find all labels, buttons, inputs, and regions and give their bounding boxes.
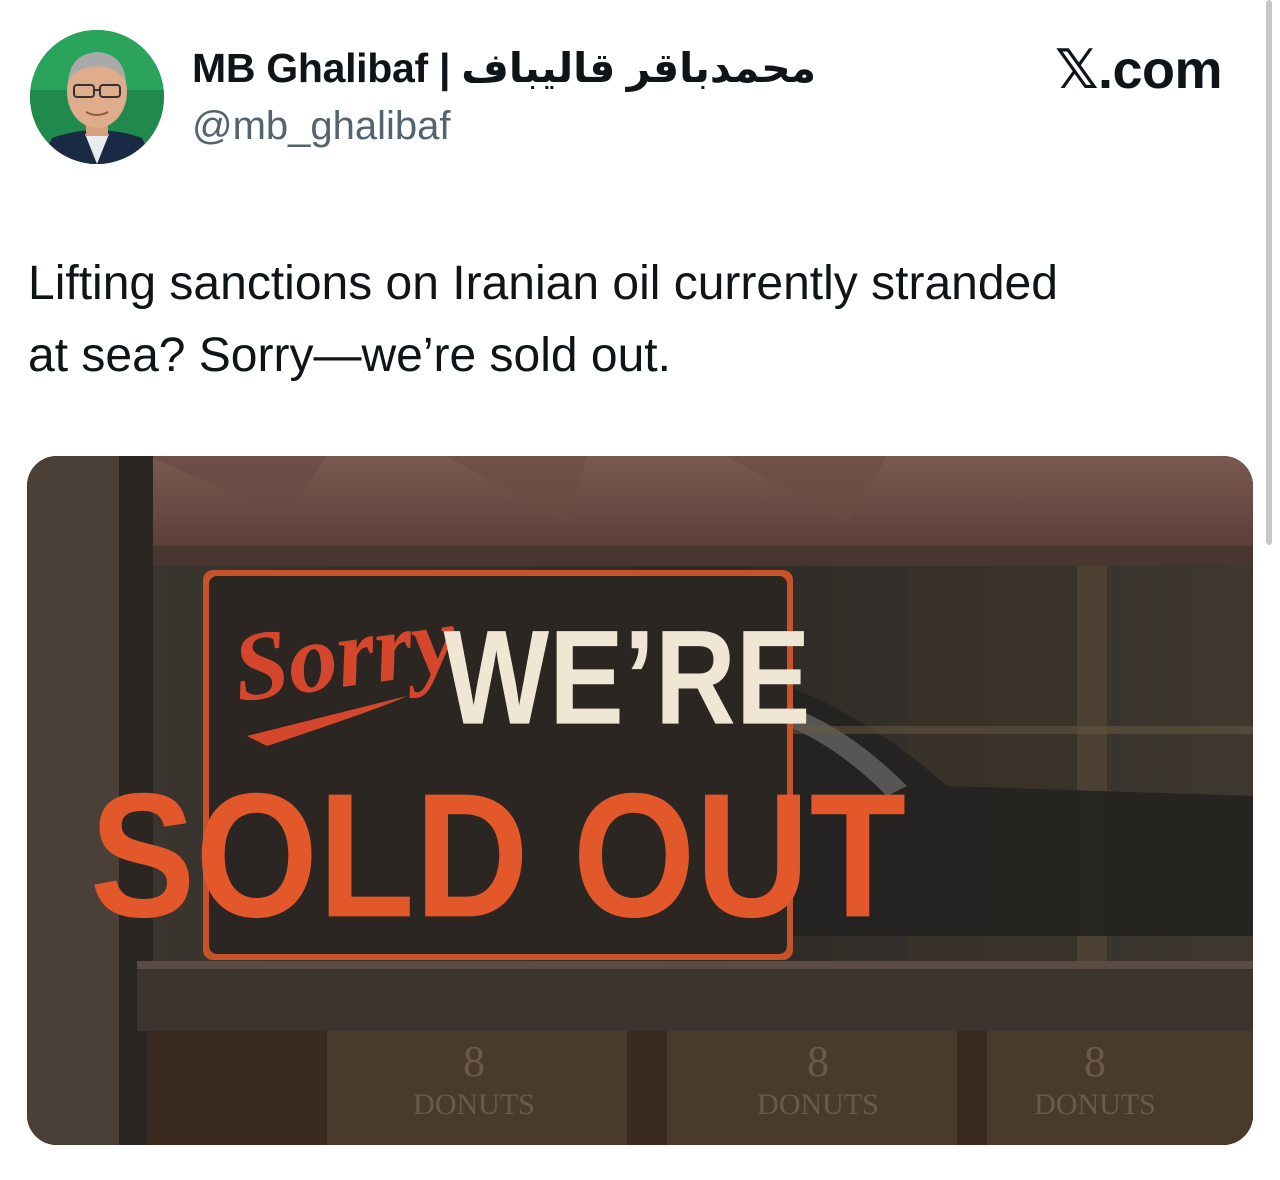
donut-box-logo: 8 [463, 1037, 485, 1086]
sold-out-sign-photo: 8 DONUTS 8 DONUTS 8 DONUTS Sorry WE’RE S… [27, 456, 1253, 1145]
donut-box-label: DONUTS [1034, 1088, 1156, 1121]
donut-box-logo: 8 [807, 1037, 829, 1086]
author-name[interactable]: MB Ghalibaf | محمدباقر قالیباف [192, 44, 816, 92]
tweet-text-line: Lifting sanctions on Iranian oil current… [28, 257, 1058, 310]
avatar-photo [30, 30, 164, 164]
page-scrollbar[interactable] [1266, 0, 1272, 545]
sign-top-text: WE’RE [443, 603, 810, 753]
author-avatar[interactable] [30, 30, 164, 164]
tweet-media-image[interactable]: 8 DONUTS 8 DONUTS 8 DONUTS Sorry WE’RE S… [27, 456, 1253, 1145]
tweet-card: MB Ghalibaf | محمدباقر قالیباف @mb_ghali… [0, 0, 1280, 1180]
tweet-text-line: at sea? Sorry—we’re sold out. [28, 329, 671, 382]
author-handle[interactable]: @mb_ghalibaf [192, 104, 451, 149]
donut-box-label: DONUTS [413, 1088, 535, 1121]
sign-bottom-text: SOLD OUT [90, 756, 906, 954]
donut-box-logo: 8 [1084, 1037, 1106, 1086]
x-logo-label: 𝕏.com [1054, 40, 1223, 100]
donut-box-label: DONUTS [757, 1088, 879, 1121]
tweet-text: Lifting sanctions on Iranian oil current… [28, 248, 1238, 392]
